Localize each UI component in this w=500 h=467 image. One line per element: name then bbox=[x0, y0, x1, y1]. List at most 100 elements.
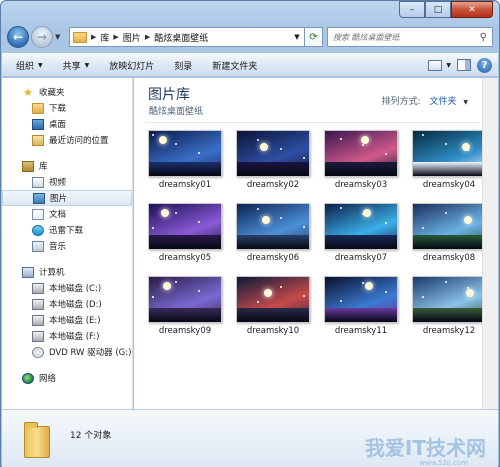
nav-computer[interactable]: 计算机 bbox=[2, 264, 132, 280]
vertical-scrollbar[interactable] bbox=[482, 78, 498, 409]
address-row: ← → ▼ ▶ 库 ▶ 图片 ▶ 酷炫桌面壁纸 ▼ ⟳ ⚲ bbox=[7, 25, 493, 49]
file-tile[interactable]: dreamsky05 bbox=[148, 203, 222, 263]
file-tile[interactable]: dreamsky08 bbox=[412, 203, 486, 263]
star-decoration bbox=[198, 290, 200, 292]
address-bar[interactable]: ▶ 库 ▶ 图片 ▶ 酷炫桌面壁纸 ▼ bbox=[69, 27, 305, 47]
star-decoration bbox=[445, 281, 447, 283]
breadcrumb-pictures[interactable]: 图片 bbox=[123, 31, 141, 44]
moon-icon bbox=[260, 143, 268, 151]
file-tile[interactable]: dreamsky06 bbox=[236, 203, 310, 263]
nav-item-documents[interactable]: 文档 bbox=[2, 206, 132, 222]
image-thumbnail[interactable] bbox=[148, 203, 222, 250]
folder-icon bbox=[73, 31, 87, 43]
refresh-button[interactable]: ⟳ bbox=[305, 27, 323, 47]
nav-item-thunder-downloads[interactable]: 迅雷下载 bbox=[2, 222, 132, 238]
star-decoration bbox=[385, 153, 387, 155]
nav-item-drive-d[interactable]: 本地磁盘 (D:) bbox=[2, 296, 132, 312]
change-view-icon[interactable] bbox=[428, 59, 443, 71]
organize-menu[interactable]: 组织 ▼ bbox=[16, 59, 43, 72]
star-decoration bbox=[340, 300, 342, 302]
star-decoration bbox=[175, 281, 177, 283]
search-box[interactable]: ⚲ bbox=[327, 27, 493, 47]
breadcrumb-current-folder[interactable]: 酷炫桌面壁纸 bbox=[154, 31, 208, 44]
moon-icon bbox=[262, 216, 270, 224]
file-list-pane: 图片库 酷炫桌面壁纸 排列方式: 文件夹 ▼ dreamsky01 dreamsk… bbox=[134, 78, 498, 409]
burn-button[interactable]: 刻录 bbox=[174, 59, 192, 72]
help-icon[interactable]: ? bbox=[477, 57, 492, 73]
thumbnail-grid: dreamsky01 dreamsky02 dreamsky03 dreamsky04… bbox=[148, 130, 486, 336]
chevron-right-icon[interactable]: ▶ bbox=[91, 33, 96, 41]
dvd-drive-icon bbox=[32, 346, 44, 358]
slideshow-button[interactable]: 放映幻灯片 bbox=[109, 59, 154, 72]
file-tile[interactable]: dreamsky01 bbox=[148, 130, 222, 190]
file-name: dreamsky09 bbox=[158, 326, 212, 336]
arrange-value[interactable]: 文件夹 bbox=[429, 97, 456, 107]
landscape-decoration bbox=[149, 162, 221, 176]
image-thumbnail[interactable] bbox=[412, 130, 486, 177]
file-tile[interactable]: dreamsky09 bbox=[148, 276, 222, 336]
music-icon bbox=[32, 240, 44, 252]
preview-pane-icon[interactable] bbox=[457, 59, 471, 71]
image-thumbnail[interactable] bbox=[236, 276, 310, 323]
file-name: dreamsky11 bbox=[334, 326, 388, 336]
nav-item-drive-f[interactable]: 本地磁盘 (F:) bbox=[2, 328, 132, 344]
hard-disk-icon bbox=[32, 282, 44, 294]
back-button[interactable]: ← bbox=[7, 26, 29, 48]
image-thumbnail[interactable] bbox=[236, 203, 310, 250]
share-menu[interactable]: 共享 ▼ bbox=[63, 59, 90, 72]
file-tile[interactable]: dreamsky04 bbox=[412, 130, 486, 190]
file-tile[interactable]: dreamsky10 bbox=[236, 276, 310, 336]
nav-libraries[interactable]: 库 bbox=[2, 158, 132, 174]
nav-label: DVD RW 驱动器 (G:) bbox=[49, 348, 132, 358]
caption-buttons: – □ ✕ bbox=[399, 1, 493, 18]
nav-item-dvd-drive[interactable]: DVD RW 驱动器 (G:) bbox=[2, 344, 132, 360]
chevron-right-icon[interactable]: ▶ bbox=[145, 33, 150, 41]
image-thumbnail[interactable] bbox=[324, 276, 398, 323]
image-thumbnail[interactable] bbox=[236, 130, 310, 177]
view-options-dropdown[interactable]: ▼ bbox=[446, 62, 451, 69]
file-tile[interactable]: dreamsky11 bbox=[324, 276, 398, 336]
star-decoration bbox=[467, 218, 469, 220]
nav-favorites[interactable]: ★ 收藏夹 bbox=[2, 84, 132, 100]
hard-disk-icon bbox=[32, 298, 44, 310]
star-decoration bbox=[280, 217, 282, 219]
thunder-icon bbox=[32, 224, 44, 236]
library-subtitle[interactable]: 酷炫桌面壁纸 bbox=[149, 104, 203, 117]
forward-button[interactable]: → bbox=[31, 26, 53, 48]
nav-item-desktop[interactable]: 桌面 bbox=[2, 116, 132, 132]
file-tile[interactable]: dreamsky12 bbox=[412, 276, 486, 336]
search-input[interactable] bbox=[333, 32, 473, 42]
minimize-button[interactable]: – bbox=[399, 1, 425, 18]
nav-item-drive-e[interactable]: 本地磁盘 (E:) bbox=[2, 312, 132, 328]
recent-pages-dropdown[interactable]: ▼ bbox=[55, 33, 65, 41]
close-button[interactable]: ✕ bbox=[451, 1, 493, 18]
new-folder-button[interactable]: 新建文件夹 bbox=[212, 59, 257, 72]
file-tile[interactable]: dreamsky03 bbox=[324, 130, 398, 190]
nav-item-videos[interactable]: 视频 bbox=[2, 174, 132, 190]
star-decoration bbox=[340, 138, 342, 140]
nav-item-pictures[interactable]: 图片 bbox=[2, 190, 132, 206]
nav-label: 图片 bbox=[50, 194, 68, 204]
image-thumbnail[interactable] bbox=[324, 130, 398, 177]
file-tile[interactable]: dreamsky07 bbox=[324, 203, 398, 263]
nav-item-music[interactable]: 音乐 bbox=[2, 238, 132, 254]
breadcrumb-library[interactable]: 库 bbox=[100, 31, 109, 44]
nav-item-drive-c[interactable]: 本地磁盘 (C:) bbox=[2, 280, 132, 296]
address-dropdown-icon[interactable]: ▼ bbox=[290, 33, 304, 41]
image-thumbnail[interactable] bbox=[148, 276, 222, 323]
nav-label: 本地磁盘 (F:) bbox=[49, 332, 100, 342]
file-tile[interactable]: dreamsky02 bbox=[236, 130, 310, 190]
nav-label: 库 bbox=[39, 162, 48, 172]
image-thumbnail[interactable] bbox=[324, 203, 398, 250]
nav-item-recent-places[interactable]: 最近访问的位置 bbox=[2, 132, 132, 148]
moon-icon bbox=[161, 209, 169, 217]
chevron-right-icon[interactable]: ▶ bbox=[113, 33, 118, 41]
search-icon[interactable]: ⚲ bbox=[480, 32, 487, 43]
image-thumbnail[interactable] bbox=[412, 276, 486, 323]
maximize-button[interactable]: □ bbox=[425, 1, 451, 18]
chevron-down-icon[interactable]: ▼ bbox=[463, 99, 468, 106]
nav-network[interactable]: 网络 bbox=[2, 370, 132, 386]
nav-item-downloads[interactable]: 下载 bbox=[2, 100, 132, 116]
image-thumbnail[interactable] bbox=[148, 130, 222, 177]
image-thumbnail[interactable] bbox=[412, 203, 486, 250]
